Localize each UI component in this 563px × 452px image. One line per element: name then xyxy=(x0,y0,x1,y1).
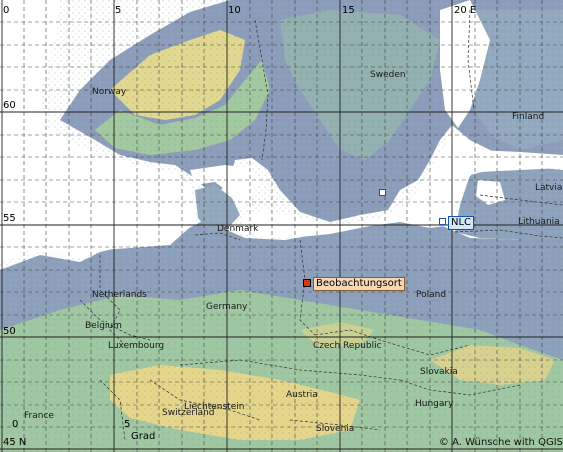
label-denmark: Denmark xyxy=(217,224,259,234)
lon-label-10: 10 xyxy=(228,5,241,16)
map-canvas[interactable]: 0 5 10 15 20 E 60 55 50 45 N 0 5 Grad No… xyxy=(0,0,563,452)
label-lithuania: Lithuania xyxy=(518,217,560,227)
label-finland: Finland xyxy=(512,112,545,122)
label-switzerland: Switzerland xyxy=(162,408,215,418)
lat-label-55: 55 xyxy=(3,213,16,224)
nlc-marker-north[interactable] xyxy=(379,189,386,196)
scale-label-5: 5 xyxy=(124,419,131,430)
lon-label-20: 20 E xyxy=(454,5,477,16)
lon-label-5: 5 xyxy=(115,5,122,16)
lon-label-15: 15 xyxy=(342,5,355,16)
lat-label-45: 45 N xyxy=(3,437,27,448)
scale-label-0: 0 xyxy=(12,419,19,430)
lon-label-0: 0 xyxy=(3,5,10,16)
label-poland: Poland xyxy=(416,290,447,300)
label-france: France xyxy=(24,411,54,421)
grid-unit-label: Grad xyxy=(131,431,156,442)
lat-label-60: 60 xyxy=(3,100,16,111)
nlc-label: NLC xyxy=(448,216,475,230)
label-luxembourg: Luxembourg xyxy=(108,341,165,351)
observation-site-marker[interactable] xyxy=(303,279,311,287)
label-latvia: Latvia xyxy=(535,183,563,193)
label-slovenia: Slovenia xyxy=(316,424,355,434)
label-netherlands: Netherlands xyxy=(92,290,147,300)
label-austria: Austria xyxy=(286,390,318,400)
map-graphic xyxy=(0,0,563,452)
label-norway: Norway xyxy=(92,87,127,97)
lat-label-50: 50 xyxy=(3,326,16,337)
label-hungary: Hungary xyxy=(415,399,454,409)
nlc-marker[interactable] xyxy=(439,218,446,225)
label-germany: Germany xyxy=(206,302,248,312)
credit-text: © A. Wünsche with QGIS xyxy=(438,437,563,448)
label-czech: Czech Republic xyxy=(313,341,382,351)
label-sweden: Sweden xyxy=(370,70,406,80)
label-belgium: Belgium xyxy=(85,321,122,331)
label-slovakia: Slovakia xyxy=(420,367,458,377)
observation-site-label: Beobachtungsort xyxy=(313,277,405,291)
